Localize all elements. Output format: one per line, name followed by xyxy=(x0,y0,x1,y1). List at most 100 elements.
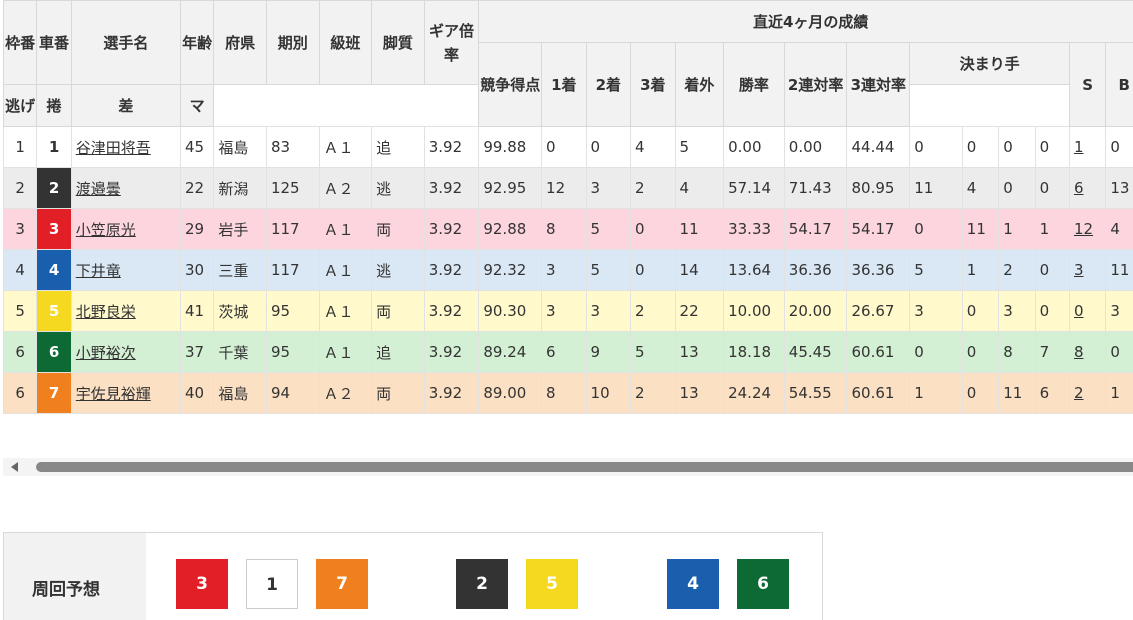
cell-sha: 2 xyxy=(36,167,72,209)
rider-name-link[interactable]: 渡邉曇 xyxy=(76,180,121,198)
table-row: 2 2 渡邉曇 22 新潟 125 Ａ２ 逃 3.92 92.95 12 3 2… xyxy=(3,167,1133,209)
cell-b: 13 xyxy=(1105,167,1133,209)
cell-first: 8 xyxy=(541,372,587,414)
cell-b: 4 xyxy=(1105,208,1133,250)
cell-class: Ａ１ xyxy=(318,249,373,291)
cell-leg: 両 xyxy=(371,290,425,332)
cell-first: 0 xyxy=(541,126,587,168)
cell-winrate: 0.00 xyxy=(723,126,785,168)
cell-waku: 6 xyxy=(3,372,38,414)
s-count-link[interactable]: 6 xyxy=(1074,179,1084,197)
cell-rate2: 36.36 xyxy=(783,249,848,291)
cell-mark: 0 xyxy=(1034,249,1070,291)
cell-waku: 3 xyxy=(3,208,38,250)
cell-sha: 3 xyxy=(36,208,72,250)
s-count-link[interactable]: 12 xyxy=(1074,220,1093,238)
cell-b: 0 xyxy=(1105,331,1133,373)
s-count-link[interactable]: 3 xyxy=(1074,261,1084,279)
cell-sha: 7 xyxy=(36,372,72,414)
cell-s: 6 xyxy=(1068,167,1107,209)
cell-first: 6 xyxy=(541,331,587,373)
cell-second: 5 xyxy=(585,208,632,250)
header-recent: 直近4ヶ月の成績 xyxy=(478,0,1133,43)
rider-name-link[interactable]: 下井竜 xyxy=(76,262,121,280)
race-table-container: 枠番 車番 選手名 年齢 府県 期別 級班 脚質 ギア倍率 直近4ヶ月の成績 競… xyxy=(3,0,1133,428)
prediction-car-chip: 2 xyxy=(456,559,508,609)
cell-waku: 5 xyxy=(3,290,38,332)
cell-age: 22 xyxy=(179,167,215,209)
cell-sha: 6 xyxy=(36,331,72,373)
cell-makuri: 0 xyxy=(961,290,1000,332)
cell-term: 94 xyxy=(265,372,320,414)
cell-score: 89.00 xyxy=(478,372,543,414)
cell-class: Ａ２ xyxy=(318,167,373,209)
s-count-link[interactable]: 8 xyxy=(1074,343,1084,361)
cell-rate2: 20.00 xyxy=(783,290,848,332)
cell-sashi: 8 xyxy=(998,331,1036,373)
cell-b: 3 xyxy=(1105,290,1133,332)
cell-leg: 両 xyxy=(371,372,425,414)
cell-waku: 2 xyxy=(3,167,38,209)
cell-winrate: 57.14 xyxy=(723,167,785,209)
cell-s: 1 xyxy=(1068,126,1107,168)
cell-sashi: 2 xyxy=(998,249,1036,291)
rider-name-link[interactable]: 谷津田将吾 xyxy=(76,139,151,157)
cell-rate3: 80.95 xyxy=(846,167,911,209)
header-makuri: 捲 xyxy=(36,84,72,127)
cell-rate2: 0.00 xyxy=(783,126,848,168)
cell-term: 125 xyxy=(265,167,320,209)
cell-mark: 6 xyxy=(1034,372,1070,414)
header-kimarite: 決まり手 xyxy=(909,42,1070,85)
cell-out: 13 xyxy=(674,331,725,373)
rider-name-link[interactable]: 宇佐見裕輝 xyxy=(76,385,151,403)
horizontal-scrollbar[interactable] xyxy=(3,458,1133,476)
car-number-badge: 5 xyxy=(37,291,71,331)
cell-score: 92.95 xyxy=(478,167,543,209)
header-class: 級班 xyxy=(318,0,373,85)
header-first: 1着 xyxy=(541,42,587,127)
cell-mark: 7 xyxy=(1034,331,1070,373)
rider-name-link[interactable]: 小野裕次 xyxy=(76,344,136,362)
cell-third: 2 xyxy=(630,290,676,332)
prediction-car-chip: 4 xyxy=(667,559,719,609)
scrollbar-thumb[interactable] xyxy=(36,462,1133,472)
cell-name: 渡邉曇 xyxy=(70,167,181,209)
race-entry-table: 枠番 車番 選手名 年齢 府県 期別 級班 脚質 ギア倍率 直近4ヶ月の成績 競… xyxy=(3,0,1133,414)
header-third: 3着 xyxy=(630,42,676,127)
header-nige: 逃げ xyxy=(3,84,38,127)
table-row: 5 5 北野良栄 41 茨城 95 Ａ１ 両 3.92 90.30 3 3 2 … xyxy=(3,290,1133,332)
cell-out: 4 xyxy=(674,167,725,209)
cell-second: 3 xyxy=(585,167,632,209)
cell-out: 5 xyxy=(674,126,725,168)
s-count-link[interactable]: 2 xyxy=(1074,384,1084,402)
cell-rate2: 54.55 xyxy=(783,372,848,414)
cell-leg: 両 xyxy=(371,208,425,250)
cell-third: 0 xyxy=(630,249,676,291)
header-mark: マ xyxy=(179,84,215,127)
s-count-link[interactable]: 1 xyxy=(1074,138,1084,156)
cell-nige: 0 xyxy=(909,126,963,168)
cell-age: 41 xyxy=(179,290,215,332)
rider-name-link[interactable]: 小笠原光 xyxy=(76,221,136,239)
s-count-link[interactable]: 0 xyxy=(1074,302,1084,320)
scroll-left-arrow-icon[interactable] xyxy=(11,462,18,472)
cell-pref: 茨城 xyxy=(213,290,267,332)
cell-term: 83 xyxy=(265,126,320,168)
cell-s: 3 xyxy=(1068,249,1107,291)
rider-name-link[interactable]: 北野良栄 xyxy=(76,303,136,321)
cell-makuri: 1 xyxy=(961,249,1000,291)
table-row: 6 7 宇佐見裕輝 40 福島 94 Ａ２ 両 3.92 89.00 8 10 … xyxy=(3,372,1133,414)
cell-mark: 0 xyxy=(1034,290,1070,332)
cell-mark: 0 xyxy=(1034,167,1070,209)
cell-age: 30 xyxy=(179,249,215,291)
cell-first: 3 xyxy=(541,290,587,332)
cell-rate3: 54.17 xyxy=(846,208,911,250)
cell-score: 90.30 xyxy=(478,290,543,332)
cell-rate3: 26.67 xyxy=(846,290,911,332)
cell-third: 2 xyxy=(630,372,676,414)
cell-mark: 1 xyxy=(1034,208,1070,250)
cell-pref: 三重 xyxy=(213,249,267,291)
cell-sha: 5 xyxy=(36,290,72,332)
cell-second: 0 xyxy=(585,126,632,168)
cell-name: 北野良栄 xyxy=(70,290,181,332)
